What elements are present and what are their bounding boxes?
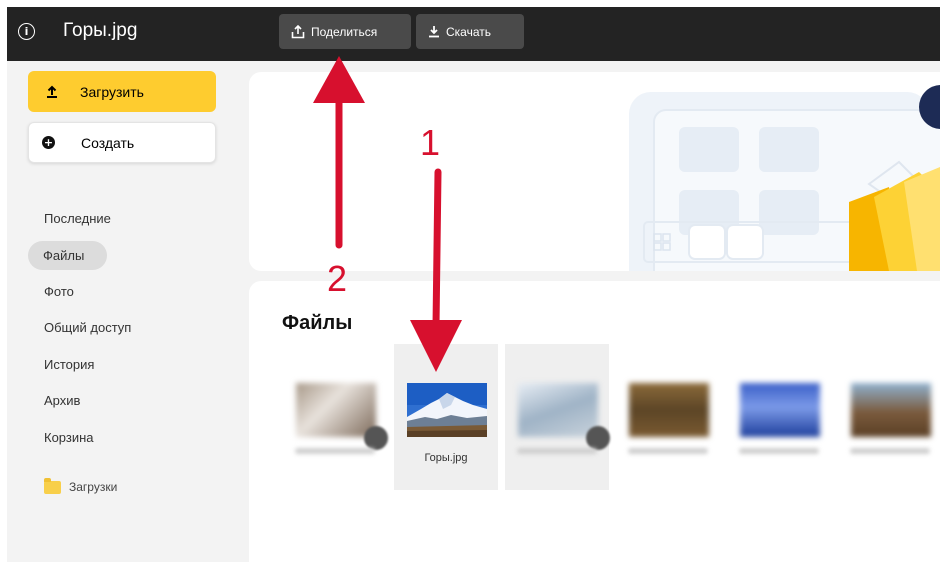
create-button[interactable]: + Создать bbox=[28, 122, 216, 163]
file-name: Горы.jpg bbox=[424, 452, 468, 464]
main-area: Файлы Горы.jpg bbox=[247, 61, 940, 562]
sidebar-folder-label: Загрузки bbox=[69, 480, 118, 494]
annotation-label-2: 2 bbox=[327, 258, 348, 299]
upload-icon bbox=[47, 85, 57, 98]
top-toolbar: i Горы.jpg Поделиться Скачать bbox=[7, 7, 940, 61]
section-heading: Файлы bbox=[282, 312, 353, 334]
file-tile-selected[interactable]: Горы.jpg bbox=[394, 344, 498, 490]
promo-banner bbox=[249, 72, 940, 271]
file-name-blurred bbox=[517, 448, 597, 454]
sidebar-item-recent[interactable]: Последние bbox=[28, 200, 228, 237]
annotation-label-1: 1 bbox=[420, 122, 441, 163]
create-button-label: Создать bbox=[81, 134, 135, 151]
plus-circle-icon: + bbox=[42, 136, 55, 149]
file-title: Горы.jpg bbox=[63, 20, 138, 41]
sidebar-nav: Последние Файлы Фото Общий доступ Истори… bbox=[28, 200, 228, 456]
file-name-blurred bbox=[628, 448, 708, 454]
file-tile[interactable] bbox=[505, 344, 610, 490]
file-thumbnail bbox=[740, 383, 820, 437]
info-icon[interactable]: i bbox=[18, 23, 35, 40]
file-thumbnail bbox=[629, 383, 709, 437]
download-button-label: Скачать bbox=[446, 24, 491, 39]
file-thumbnail bbox=[296, 383, 376, 437]
upload-button[interactable]: Загрузить bbox=[28, 71, 216, 112]
folder-icon bbox=[44, 477, 61, 494]
sidebar-item-archive[interactable]: Архив bbox=[28, 383, 228, 420]
file-thumbnail bbox=[851, 383, 931, 437]
shared-badge-icon bbox=[586, 426, 610, 450]
file-tile[interactable] bbox=[727, 344, 831, 490]
sidebar-item-shared[interactable]: Общий доступ bbox=[28, 310, 228, 347]
file-tile[interactable] bbox=[283, 344, 388, 490]
sidebar-item-trash[interactable]: Корзина bbox=[28, 419, 228, 456]
sidebar: Загрузить + Создать Последние Файлы Фото… bbox=[7, 61, 247, 562]
file-name-blurred bbox=[850, 448, 930, 454]
download-icon bbox=[429, 26, 439, 38]
share-button[interactable]: Поделиться bbox=[279, 14, 411, 49]
banner-illustration bbox=[629, 85, 940, 271]
file-tile[interactable] bbox=[616, 344, 720, 490]
file-name-blurred bbox=[295, 448, 375, 454]
files-panel: Файлы Горы.jpg bbox=[249, 281, 940, 562]
share-icon bbox=[291, 24, 305, 38]
file-thumbnail bbox=[518, 383, 598, 437]
sidebar-item-photo[interactable]: Фото bbox=[28, 273, 228, 310]
file-tile[interactable] bbox=[838, 344, 940, 490]
download-button[interactable]: Скачать bbox=[416, 14, 524, 49]
share-button-label: Поделиться bbox=[311, 24, 378, 39]
file-name-blurred bbox=[739, 448, 819, 454]
upload-button-label: Загрузить bbox=[80, 83, 144, 100]
sidebar-folder-downloads[interactable]: Загрузки bbox=[44, 477, 118, 494]
sidebar-item-history[interactable]: История bbox=[28, 346, 228, 383]
file-thumbnail-mountains bbox=[407, 383, 487, 437]
shared-badge-icon bbox=[364, 426, 388, 450]
sidebar-item-files[interactable]: Файлы bbox=[28, 240, 107, 270]
